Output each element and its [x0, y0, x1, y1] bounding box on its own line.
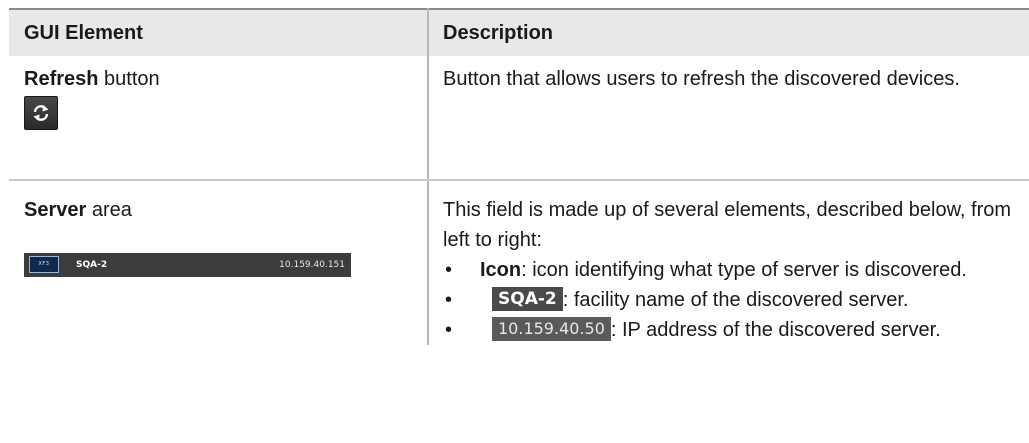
server-type-icon: XF3 — [29, 256, 59, 273]
list-item-text: : icon identifying what type of server i… — [521, 259, 967, 281]
list-item-text: : IP address of the discovered server. — [610, 319, 941, 341]
gui-element-cell: Server area XF3 SQA-2 10.159.40.151 — [9, 180, 428, 345]
description-cell: This field is made up of several element… — [427, 180, 1029, 345]
ip-address-chip: 10.159.40.50 — [492, 317, 611, 341]
facility-name-chip: SQA-2 — [492, 287, 563, 311]
refresh-button[interactable] — [24, 96, 58, 130]
element-name: Server — [24, 199, 87, 221]
list-item-term: Icon — [480, 259, 522, 281]
column-header-gui-element: GUI Element — [24, 22, 143, 44]
column-header-description: Description — [427, 9, 1029, 56]
list-item: • 10.159.40.50: IP address of the discove… — [443, 315, 1023, 345]
list-item: • Icon: icon identifying what type of ser… — [443, 255, 1023, 285]
list-item-text: : facility name of the discovered server… — [562, 289, 909, 311]
table-row: Server area XF3 SQA-2 10.159.40.151 This… — [9, 180, 1029, 345]
refresh-icon — [33, 105, 49, 121]
element-type: area — [86, 199, 132, 221]
server-name: SQA-2 — [76, 260, 108, 270]
description-intro: This field is made up of several element… — [443, 199, 1012, 251]
description-list: • Icon: icon identifying what type of ser… — [443, 255, 1023, 345]
element-name: Refresh — [24, 68, 99, 90]
bullet: • — [445, 259, 453, 281]
gui-element-cell: Refresh button — [9, 56, 428, 181]
server-area-bar[interactable]: XF3 SQA-2 10.159.40.151 — [24, 253, 351, 277]
server-ip: 10.159.40.151 — [279, 260, 345, 270]
gui-element-table: GUI Element Description Refresh button B… — [9, 8, 1029, 345]
description-cell: Button that allows users to refresh the … — [427, 56, 1029, 181]
element-type: button — [98, 68, 160, 90]
table-row: Refresh button Button that allows users … — [9, 56, 1029, 181]
table-header-row: GUI Element Description — [9, 9, 1029, 56]
bullet: • — [445, 289, 453, 311]
list-item: • SQA-2: facility name of the discovered … — [443, 285, 1023, 315]
bullet: • — [445, 319, 453, 341]
